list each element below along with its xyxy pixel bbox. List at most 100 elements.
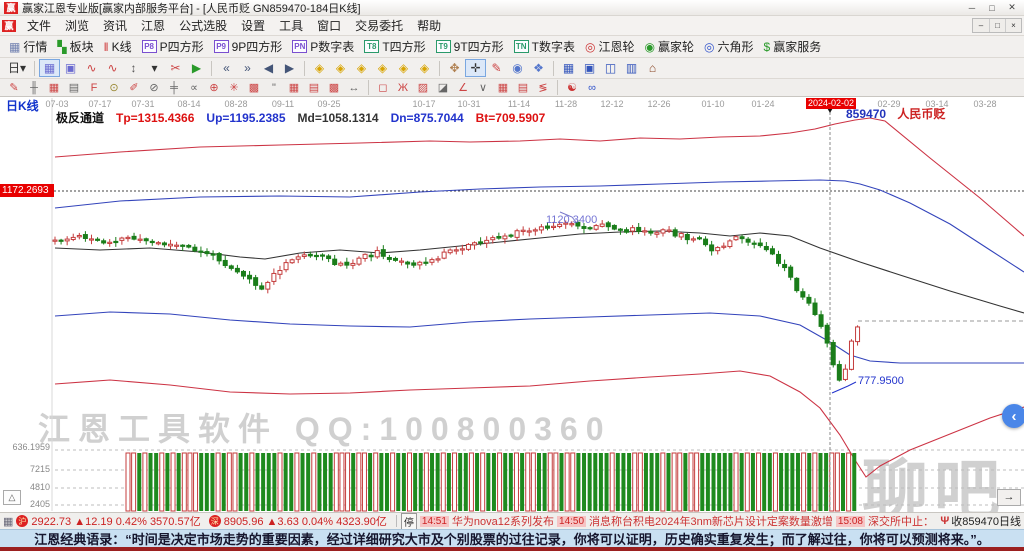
crosshair-icon[interactable]: ✛ — [465, 59, 486, 77]
grid3-icon[interactable]: ▤ — [513, 80, 533, 95]
menu-item[interactable]: 浏览 — [58, 15, 96, 36]
export-icon[interactable]: ⌂ — [642, 59, 663, 77]
sidebar-expand-button[interactable]: ‹ — [1002, 404, 1024, 428]
trend-up-icon[interactable]: ∿ — [81, 59, 102, 77]
toolbar-button-9t-square[interactable]: T99T四方形 — [431, 37, 509, 56]
compass-icon[interactable]: ⊕ — [204, 80, 224, 95]
draw-icon[interactable]: ✎ — [486, 59, 507, 77]
menu-item[interactable]: 江恩 — [134, 15, 172, 36]
toolbar-button-t-square[interactable]: T8T四方形 — [359, 37, 430, 56]
pause-scroll-button[interactable]: 停 — [401, 513, 417, 530]
menu-item[interactable]: 资讯 — [96, 15, 134, 36]
maximize-button[interactable]: □ — [982, 1, 1002, 15]
chart-area[interactable]: 江恩工具软件 QQ:100800360 聊吧 日K线 07-0307-1707-… — [0, 97, 1024, 512]
gann-diamond-4-icon[interactable]: ◈ — [372, 59, 393, 77]
menu-item[interactable]: 交易委托 — [348, 15, 410, 36]
trend-down-icon[interactable]: ∿ — [102, 59, 123, 77]
pane-period-label[interactable]: 日K线 — [6, 100, 39, 112]
pencil-icon[interactable]: ✎ — [4, 80, 24, 95]
angle-icon[interactable]: ∠ — [453, 80, 473, 95]
gann-diamond-3-icon[interactable]: ◈ — [351, 59, 372, 77]
brush-icon[interactable]: ✐ — [124, 80, 144, 95]
fibonacci-icon[interactable]: F — [84, 80, 104, 95]
hand-icon[interactable]: ✥ — [444, 59, 465, 77]
play-icon[interactable]: ▶ — [186, 59, 207, 77]
toolbar-button-winner-service[interactable]: $赢家服务 — [759, 37, 827, 56]
news-headline[interactable]: 消息称台积电2024年3nm新芯片设计定案数量激增 — [589, 513, 833, 529]
keyboard-grid-icon[interactable]: ▦ — [3, 515, 13, 528]
slope-icon[interactable]: ≶ — [533, 80, 553, 95]
menu-item[interactable]: 帮助 — [410, 15, 448, 36]
index-quote[interactable]: 2922.73 ▲12.19 0.42% 3570.57亿 — [31, 513, 200, 529]
mdi-minimize-button[interactable]: – — [973, 19, 989, 32]
gann-diamond-1-icon[interactable]: ◈ — [309, 59, 330, 77]
news-headline[interactable]: 华为nova12系列发布 — [452, 513, 554, 529]
toolbar-button-t-number[interactable]: TNT数字表 — [509, 37, 580, 56]
calendar-icon[interactable]: ▦ — [558, 59, 579, 77]
toolbar-button-winner-wheel[interactable]: ◉赢家轮 — [640, 37, 700, 56]
mdi-restore-button[interactable]: □ — [989, 19, 1005, 32]
shade-box-icon[interactable]: ▨ — [413, 80, 433, 95]
layout-single-icon[interactable]: ▣ — [60, 59, 81, 77]
grid2-icon[interactable]: ▦ — [493, 80, 513, 95]
hatch-icon[interactable]: ╫ — [24, 80, 44, 95]
toolbar-button-quote-grid[interactable]: ▦行情 — [4, 37, 52, 56]
half-box-icon[interactable]: ◪ — [433, 80, 453, 95]
circle-tool-icon[interactable]: ⊙ — [104, 80, 124, 95]
dropdown-icon[interactable]: ▾ — [144, 59, 165, 77]
save-icon[interactable]: ▥ — [621, 59, 642, 77]
calculator-icon[interactable]: ▣ — [579, 59, 600, 77]
star-icon[interactable]: ✳ — [224, 80, 244, 95]
updown-icon[interactable]: ↕ — [123, 59, 144, 77]
fan-lines-icon[interactable]: Ж — [393, 80, 413, 95]
yinyang-icon[interactable]: ☯ — [562, 80, 582, 95]
menu-item[interactable]: 公式选股 — [172, 15, 234, 36]
toolbar-button-p-number[interactable]: PNP数字表 — [287, 37, 359, 56]
menu-item[interactable]: 文件 — [20, 15, 58, 36]
width-icon[interactable]: ↔ — [344, 80, 364, 95]
toolbar-button-p-square[interactable]: P8P四方形 — [137, 37, 209, 56]
mdi-close-button[interactable]: × — [1005, 19, 1021, 32]
news-headline[interactable]: 深交所中止： — [868, 513, 934, 529]
n2-icon[interactable]: ∝ — [184, 80, 204, 95]
ruler-icon[interactable]: ╪ — [164, 80, 184, 95]
check-icon[interactable]: ∨ — [473, 80, 493, 95]
gann-diamond-6-icon[interactable]: ◈ — [414, 59, 435, 77]
menu-item[interactable]: 工具 — [272, 15, 310, 36]
infinity-icon[interactable]: ∞ — [582, 80, 602, 95]
next-icon[interactable]: ▶ — [279, 59, 300, 77]
ring-icon[interactable]: ⊘ — [144, 80, 164, 95]
minimize-button[interactable]: ─ — [962, 1, 982, 15]
close-button[interactable]: ✕ — [1002, 1, 1022, 15]
gann-grid-icon[interactable]: ▦ — [44, 80, 64, 95]
price-grid-icon[interactable]: ▤ — [304, 80, 324, 95]
square-tool-icon[interactable]: ◻ — [373, 80, 393, 95]
period-selector[interactable]: 日▾ — [4, 59, 30, 77]
toolbar-button-hexagon[interactable]: ◎六角形 — [699, 37, 759, 56]
blocks-icon[interactable]: ❖ — [528, 59, 549, 77]
target-icon[interactable]: ◉ — [507, 59, 528, 77]
menu-item[interactable]: 设置 — [234, 15, 272, 36]
toolbar-button-kline-candles[interactable]: ‖K线 — [99, 37, 137, 56]
first-page-icon[interactable]: « — [216, 59, 237, 77]
menu-item[interactable]: 窗口 — [310, 15, 348, 36]
notebook-icon[interactable]: ◫ — [600, 59, 621, 77]
time-grid-icon[interactable]: ▦ — [284, 80, 304, 95]
gann-diamond-2-icon[interactable]: ◈ — [330, 59, 351, 77]
cut-icon[interactable]: ✂ — [165, 59, 186, 77]
last-page-icon[interactable]: » — [237, 59, 258, 77]
angle-grid-icon[interactable]: ▤ — [64, 80, 84, 95]
kline-chart-canvas[interactable] — [0, 97, 1024, 512]
prev-icon[interactable]: ◀ — [258, 59, 279, 77]
layout-grid-icon[interactable]: ▦ — [39, 59, 60, 77]
scroll-right-button[interactable]: → — [997, 489, 1021, 506]
toolbar-button-gann-wheel[interactable]: ◎江恩轮 — [580, 37, 640, 56]
pane-toggle-button[interactable]: △ — [3, 490, 21, 505]
quote-mark-icon[interactable]: " — [264, 80, 284, 95]
gann-diamond-5-icon[interactable]: ◈ — [393, 59, 414, 77]
box-grid-icon[interactable]: ▩ — [244, 80, 264, 95]
toolbar-button-sector-blocks[interactable]: ▚板块 — [52, 37, 98, 56]
matrix-icon[interactable]: ▩ — [324, 80, 344, 95]
index-quote[interactable]: 8905.96 ▲3.63 0.04% 4323.90亿 — [224, 513, 387, 529]
toolbar-button-9p-square[interactable]: P99P四方形 — [209, 37, 288, 56]
